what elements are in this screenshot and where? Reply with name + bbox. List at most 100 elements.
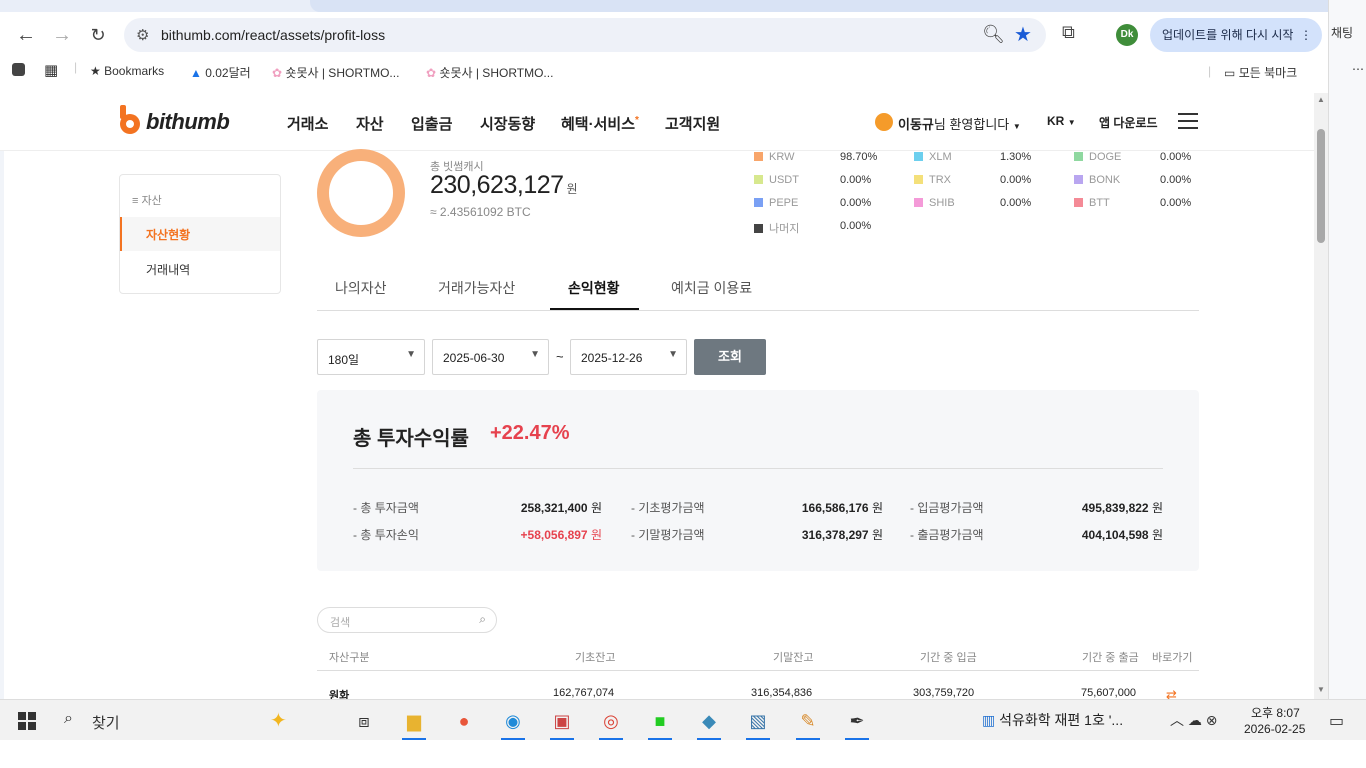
system-tray[interactable]: ︿ ☁ ⊗: [1170, 710, 1218, 730]
tab-tradable-assets[interactable]: 거래가능자산: [438, 278, 515, 298]
end-date-select[interactable]: 2025-12-26 ▼: [570, 339, 687, 375]
user-greeting[interactable]: 이동규님 환영합니다 ▼: [898, 114, 1021, 133]
bookmark-label: 0.02달러: [205, 66, 251, 80]
address-bar[interactable]: ⚙ bithumb.com/react/assets/profit-loss 🔍…: [124, 18, 1046, 52]
news-widget[interactable]: ▥ 석유화학 재편 1호 '...: [982, 710, 1123, 730]
bookmark-item[interactable]: ✿ 숏못사 | SHORTMO...: [426, 64, 553, 81]
legend-swatch: [914, 175, 923, 184]
nav-market-trends[interactable]: 시장동향: [480, 113, 535, 134]
value: 316,378,297: [801, 528, 869, 542]
windows-start-icon[interactable]: [18, 712, 36, 730]
site-info-icon[interactable]: ⚙: [136, 26, 149, 44]
tab-profit-loss[interactable]: 손익현황: [568, 278, 620, 298]
forward-button[interactable]: →: [48, 22, 76, 48]
clock-date[interactable]: 2026-02-25: [1244, 722, 1305, 736]
taskbar-search[interactable]: ⌕ 찾기 ✦: [56, 700, 336, 741]
legend-percent: 0.00%: [1160, 197, 1192, 209]
extensions-icon[interactable]: ⧉: [1062, 22, 1075, 43]
nav-exchange[interactable]: 거래소: [287, 113, 328, 134]
nav-support[interactable]: 고객지원: [665, 113, 720, 134]
nav-assets[interactable]: 자산: [356, 113, 384, 134]
scroll-thumb[interactable]: [1317, 129, 1325, 243]
bithumb-logo-icon[interactable]: [118, 105, 142, 135]
star-icon: ★: [90, 64, 101, 78]
pycharm-icon[interactable]: ■: [642, 706, 678, 740]
legend-item: SHIB 0.00%: [914, 197, 1031, 209]
file-explorer-icon[interactable]: ▆: [396, 706, 432, 740]
total-return-rate: +22.47%: [490, 422, 570, 444]
bookmark-item[interactable]: ✿ 숏못사 | SHORTMO...: [272, 64, 399, 81]
hamburger-menu-icon[interactable]: [1178, 113, 1198, 129]
asset-search-input[interactable]: 검색 ⌕: [317, 607, 497, 633]
bookmark-label: 숏못사 | SHORTMO...: [439, 66, 554, 80]
apps-grid-icon[interactable]: ▦: [44, 61, 58, 79]
scroll-down-icon[interactable]: ▼: [1317, 685, 1325, 694]
profile-avatar[interactable]: Dk: [1116, 24, 1138, 46]
legend-item: USDT 0.00%: [754, 174, 871, 186]
network-off-icon[interactable]: ⊗: [1206, 712, 1218, 728]
taskbar-search-label: 찾기: [92, 715, 120, 732]
reload-button[interactable]: ↻: [84, 22, 112, 48]
legend-swatch: [914, 152, 923, 161]
bookmark-item[interactable]: ▲ 0.02달러: [190, 64, 251, 81]
edge-icon[interactable]: ◉: [495, 706, 531, 740]
python-icon[interactable]: ▧: [740, 706, 776, 740]
copilot-sparkle-icon[interactable]: ✦: [270, 708, 287, 733]
sidebar-item-transaction-history[interactable]: 거래내역: [146, 261, 190, 278]
tray-chevron-up-icon[interactable]: ︿: [1170, 712, 1184, 728]
page-scrollbar[interactable]: ▲ ▼: [1314, 93, 1328, 699]
side-panel-more-icon[interactable]: ⋯: [1352, 62, 1364, 76]
back-button[interactable]: ←: [12, 22, 40, 48]
legend-percent: 0.00%: [840, 197, 872, 209]
sidebar-item-asset-status[interactable]: 자산현황: [120, 217, 280, 251]
notification-icon[interactable]: ▭: [1329, 711, 1344, 731]
side-panel-chat[interactable]: 채팅: [1331, 24, 1353, 41]
legend-name: XLM: [929, 151, 952, 163]
col-period-deposit: 기간 중 입금: [920, 652, 977, 664]
row-start-balance: 162,767,074: [553, 687, 615, 699]
news-headline: 석유화학 재편 1호 '...: [999, 712, 1124, 728]
active-tab[interactable]: [310, 0, 1328, 12]
all-bookmarks[interactable]: ▭ 모든 북마크: [1224, 64, 1297, 81]
browser-app-icon[interactable]: ●: [446, 706, 482, 736]
user-avatar-icon[interactable]: [875, 113, 893, 131]
nav-deposit-withdraw[interactable]: 입출금: [411, 113, 452, 134]
unit: 원: [1151, 501, 1163, 515]
search-icon[interactable]: ⌕: [479, 612, 486, 627]
query-button[interactable]: 조회: [694, 339, 766, 375]
value: +58,056,897: [520, 528, 588, 542]
tab-my-assets[interactable]: 나의자산: [335, 278, 387, 298]
bithumb-logo[interactable]: bithumb: [146, 109, 230, 135]
zoom-icon[interactable]: 🔍︎: [982, 24, 1005, 45]
more-icon[interactable]: ⋮: [1300, 18, 1312, 52]
start-date-select[interactable]: 2025-06-30 ▼: [432, 339, 549, 375]
asset-donut-chart: [317, 149, 405, 237]
language-select[interactable]: KR ▼: [1047, 114, 1076, 128]
app-download-link[interactable]: 앱 다운로드: [1099, 114, 1158, 131]
feather-app-icon[interactable]: ✒: [839, 706, 875, 740]
nav-benefits[interactable]: 혜택·서비스*: [561, 113, 639, 134]
deposit-valuation-value: 495,839,822 원: [1082, 499, 1163, 516]
bookmarks-folder[interactable]: ★ Bookmarks: [90, 64, 164, 78]
table-header: 자산구분 기초잔고 기말잔고 기간 중 입금 기간 중 출금 바로가기: [317, 643, 1199, 671]
paint-icon[interactable]: ✎: [790, 706, 826, 740]
chevron-down-icon: ▼: [1012, 122, 1021, 131]
scroll-up-icon[interactable]: ▲: [1317, 95, 1325, 104]
chrome-icon[interactable]: ◎: [593, 706, 629, 740]
nav-benefits-label: 혜택·서비스: [561, 116, 635, 133]
cash-value: 230,623,127: [430, 171, 564, 199]
unit: 원: [871, 501, 883, 515]
shortcut-refresh-icon[interactable]: ⇄: [1166, 687, 1177, 699]
viewer-app-icon[interactable]: ▣: [544, 706, 580, 740]
clock-time[interactable]: 오후 8:07: [1251, 704, 1300, 721]
total-return-label: 총 투자수익률: [353, 428, 469, 450]
notes-app-icon[interactable]: ◆: [691, 706, 727, 740]
task-view-icon[interactable]: ⧈: [346, 706, 382, 736]
bookmark-star-icon[interactable]: ★: [1014, 22, 1032, 47]
period-select[interactable]: 180일 ▼: [317, 339, 425, 375]
update-button[interactable]: 업데이트를 위해 다시 시작 ⋮: [1150, 18, 1322, 52]
url-text: bithumb.com/react/assets/profit-loss: [161, 27, 386, 43]
onedrive-icon[interactable]: ☁: [1188, 712, 1202, 728]
tab-deposit-interest[interactable]: 예치금 이용료: [671, 278, 752, 298]
app-icon[interactable]: [12, 63, 25, 76]
